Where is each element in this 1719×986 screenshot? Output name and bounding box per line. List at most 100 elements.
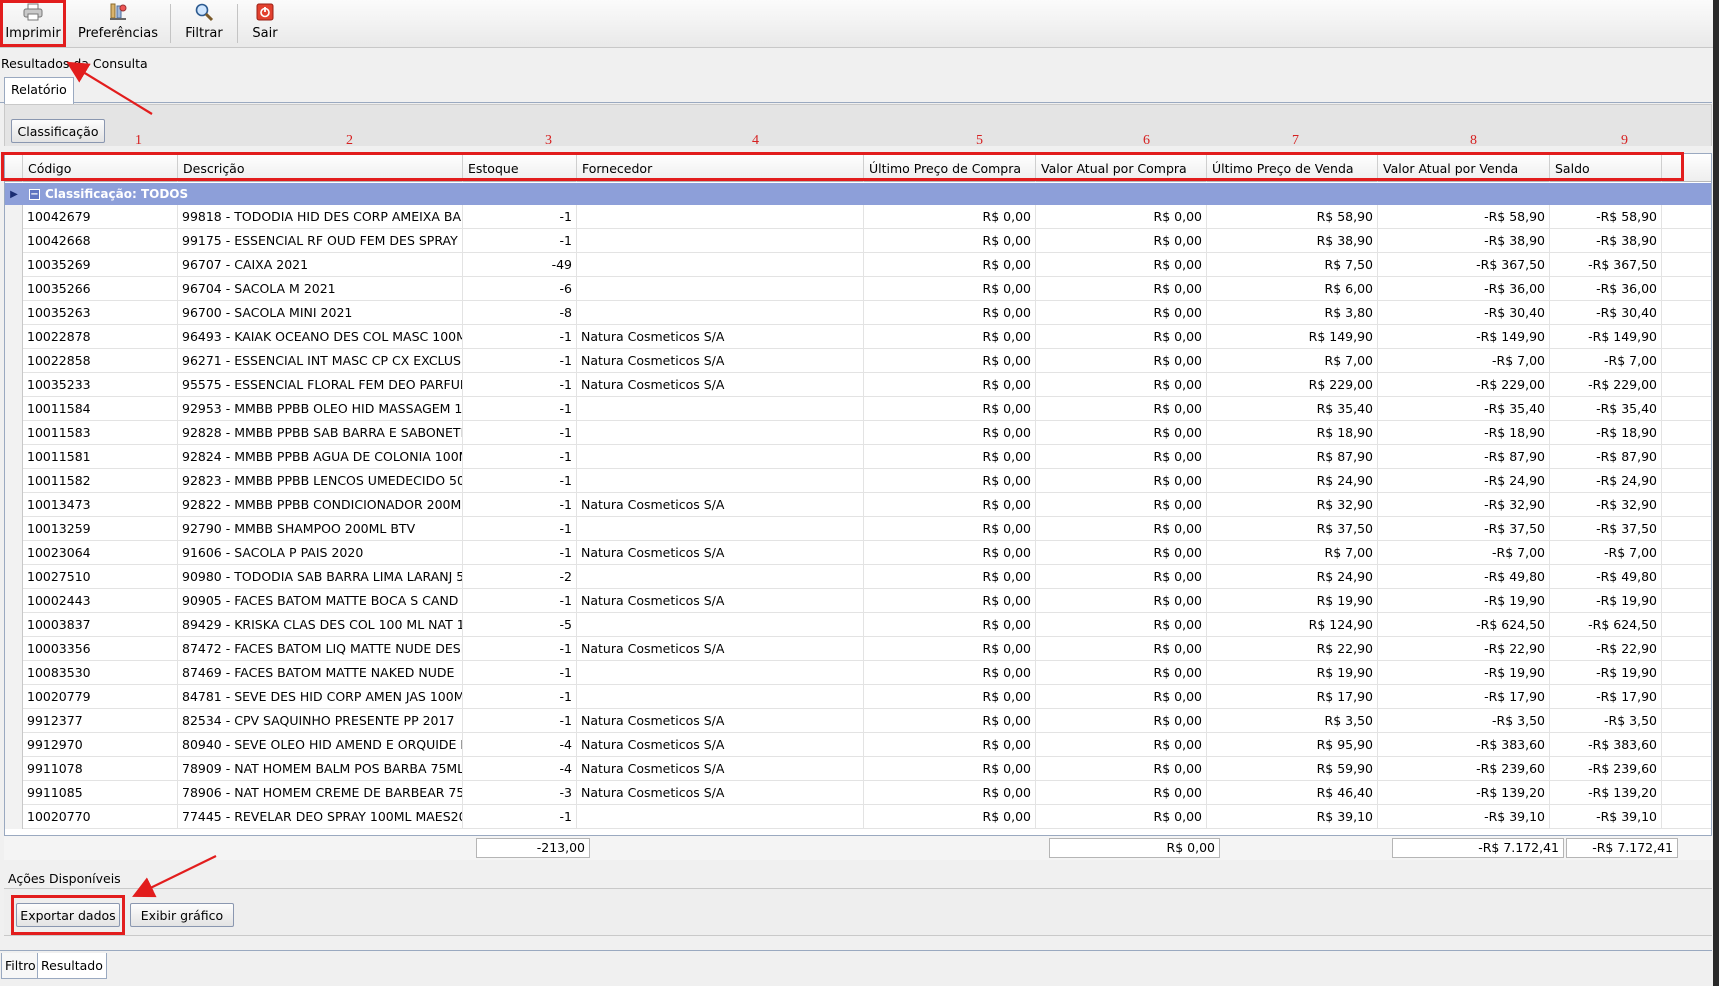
- column-header-valor-atual-venda[interactable]: Valor Atual por Venda: [1378, 154, 1550, 182]
- cell-ultimo-preco-compra: R$ 0,00: [864, 733, 1036, 757]
- cell-valor-atual-venda: -R$ 38,90: [1378, 229, 1550, 253]
- classificacao-button[interactable]: Classificação: [11, 119, 105, 143]
- table-row[interactable]: 10002443 90905 - FACES BATOM MATTE BOCA S…: [5, 589, 1711, 613]
- column-number-annotation: 5: [976, 133, 983, 148]
- row-indicator[interactable]: [5, 565, 23, 589]
- table-row[interactable]: 10042679 99818 - TODODIA HID DES CORP AME…: [5, 205, 1711, 229]
- row-indicator[interactable]: [5, 685, 23, 709]
- row-indicator[interactable]: [5, 349, 23, 373]
- row-pointer-icon: ▶: [10, 188, 18, 200]
- table-row[interactable]: 10020770 77445 - REVELAR DEO SPRAY 100ML …: [5, 805, 1711, 829]
- filter-button[interactable]: Filtrar: [171, 0, 237, 47]
- row-indicator[interactable]: [5, 637, 23, 661]
- tab-filtro[interactable]: Filtro: [1, 953, 40, 979]
- cell-fornecedor: Natura Cosmeticos S/A: [577, 733, 864, 757]
- row-indicator[interactable]: [5, 613, 23, 637]
- acoes-bar: Exportar dados Exibir gráfico: [4, 888, 1712, 936]
- table-row[interactable]: 10013473 92822 - MMBB PPBB CONDICIONADOR …: [5, 493, 1711, 517]
- row-indicator[interactable]: [5, 541, 23, 565]
- preferences-button[interactable]: Preferências: [66, 0, 170, 47]
- show-chart-button[interactable]: Exibir gráfico: [130, 903, 234, 927]
- table-row[interactable]: 10011582 92823 - MMBB PPBB LENCOS UMEDECI…: [5, 469, 1711, 493]
- table-row[interactable]: 10022858 96271 - ESSENCIAL INT MASC CP CX…: [5, 349, 1711, 373]
- row-indicator[interactable]: [5, 661, 23, 685]
- column-header-descricao[interactable]: Descrição: [178, 154, 463, 182]
- table-row[interactable]: 10083530 87469 - FACES BATOM MATTE NAKED …: [5, 661, 1711, 685]
- row-indicator[interactable]: [5, 493, 23, 517]
- row-indicator[interactable]: [5, 517, 23, 541]
- cell-ultimo-preco-compra: R$ 0,00: [864, 469, 1036, 493]
- collapse-toggle-icon[interactable]: −: [29, 188, 40, 200]
- cell-estoque: -8: [463, 301, 577, 325]
- table-row[interactable]: 10042668 99175 - ESSENCIAL RF OUD FEM DES…: [5, 229, 1711, 253]
- column-header-estoque[interactable]: Estoque: [463, 154, 577, 182]
- row-indicator[interactable]: [5, 253, 23, 277]
- row-indicator[interactable]: [5, 205, 23, 229]
- cell-valor-atual-compra: R$ 0,00: [1036, 661, 1207, 685]
- cell-estoque: -1: [463, 445, 577, 469]
- table-row[interactable]: 9912970 80940 - SEVE OLEO HID AMEND E ORQ…: [5, 733, 1711, 757]
- cell-valor-atual-compra: R$ 0,00: [1036, 781, 1207, 805]
- table-row[interactable]: 10022878 96493 - KAIAK OCEANO DES COL MAS…: [5, 325, 1711, 349]
- print-button[interactable]: Imprimir: [0, 0, 66, 47]
- cell-estoque: -1: [463, 661, 577, 685]
- table-row[interactable]: 10011583 92828 - MMBB PPBB SAB BARRA E SA…: [5, 421, 1711, 445]
- table-row[interactable]: 10013259 92790 - MMBB SHAMPOO 200ML BTV -1…: [5, 517, 1711, 541]
- column-header-codigo[interactable]: Código: [23, 154, 178, 182]
- table-row[interactable]: 10011581 92824 - MMBB PPBB AGUA DE COLONI…: [5, 445, 1711, 469]
- table-row[interactable]: 10035263 96700 - SACOLA MINI 2021 -8 R$ 0,0…: [5, 301, 1711, 325]
- row-indicator[interactable]: [5, 757, 23, 781]
- row-indicator[interactable]: [5, 733, 23, 757]
- cell-ultimo-preco-venda: R$ 19,90: [1207, 661, 1378, 685]
- cell-valor-atual-venda: -R$ 383,60: [1378, 733, 1550, 757]
- column-header-saldo[interactable]: Saldo: [1550, 154, 1662, 182]
- bottom-tabs: Filtro Resultado: [0, 950, 1712, 986]
- cell-codigo: 10035233: [23, 373, 178, 397]
- row-indicator[interactable]: [5, 397, 23, 421]
- table-row[interactable]: 10035233 95575 - ESSENCIAL FLORAL FEM DEO…: [5, 373, 1711, 397]
- cell-ultimo-preco-venda: R$ 39,10: [1207, 805, 1378, 829]
- table-row[interactable]: 9912377 82534 - CPV SAQUINHO PRESENTE PP …: [5, 709, 1711, 733]
- row-indicator[interactable]: [5, 229, 23, 253]
- table-row[interactable]: 10027510 90980 - TODODIA SAB BARRA LIMA L…: [5, 565, 1711, 589]
- cell-descricao: 87472 - FACES BATOM LIQ MATTE NUDE DESIR…: [178, 637, 463, 661]
- cell-descricao: 99175 - ESSENCIAL RF OUD FEM DES SPRAY 1…: [178, 229, 463, 253]
- window-edge: [1713, 0, 1719, 986]
- table-row[interactable]: 10023064 91606 - SACOLA P PAIS 2020 -1 Natu…: [5, 541, 1711, 565]
- row-indicator[interactable]: [5, 781, 23, 805]
- table-row[interactable]: 10011584 92953 - MMBB PPBB OLEO HID MASSA…: [5, 397, 1711, 421]
- cell-estoque: -1: [463, 709, 577, 733]
- row-indicator[interactable]: [5, 373, 23, 397]
- row-indicator[interactable]: [5, 805, 23, 829]
- cell-saldo: -R$ 239,60: [1550, 757, 1662, 781]
- tab-relatorio[interactable]: Relatório: [4, 77, 74, 104]
- table-row[interactable]: 10003837 89429 - KRISKA CLAS DES COL 100 …: [5, 613, 1711, 637]
- table-row[interactable]: 9911078 78909 - NAT HOMEM BALM POS BARBA …: [5, 757, 1711, 781]
- cell-codigo: 10013473: [23, 493, 178, 517]
- cell-estoque: -6: [463, 277, 577, 301]
- row-indicator[interactable]: [5, 709, 23, 733]
- cell-ultimo-preco-venda: R$ 37,50: [1207, 517, 1378, 541]
- row-indicator[interactable]: [5, 301, 23, 325]
- table-row[interactable]: 10035269 96707 - CAIXA 2021 -49 R$ 0,00 R$ 0…: [5, 253, 1711, 277]
- group-row[interactable]: ▶ − Classificação: TODOS: [5, 183, 1711, 205]
- row-indicator[interactable]: [5, 445, 23, 469]
- cell-saldo: -R$ 35,40: [1550, 397, 1662, 421]
- row-indicator[interactable]: [5, 421, 23, 445]
- column-header-ultimo-preco-venda[interactable]: Último Preço de Venda: [1207, 154, 1378, 182]
- row-indicator[interactable]: [5, 325, 23, 349]
- cell-valor-atual-compra: R$ 0,00: [1036, 589, 1207, 613]
- column-header-fornecedor[interactable]: Fornecedor: [577, 154, 864, 182]
- table-row[interactable]: 10003356 87472 - FACES BATOM LIQ MATTE NU…: [5, 637, 1711, 661]
- exit-button[interactable]: Sair: [238, 0, 292, 47]
- column-header-ultimo-preco-compra[interactable]: Último Preço de Compra: [864, 154, 1036, 182]
- cell-codigo: 10002443: [23, 589, 178, 613]
- column-header-valor-atual-compra[interactable]: Valor Atual por Compra: [1036, 154, 1207, 182]
- table-row[interactable]: 9911085 78906 - NAT HOMEM CREME DE BARBEA…: [5, 781, 1711, 805]
- table-row[interactable]: 10035266 96704 - SACOLA M 2021 -6 R$ 0,00 R$…: [5, 277, 1711, 301]
- row-indicator[interactable]: [5, 469, 23, 493]
- table-row[interactable]: 10020779 84781 - SEVE DES HID CORP AMEN J…: [5, 685, 1711, 709]
- row-indicator[interactable]: [5, 277, 23, 301]
- tab-resultado[interactable]: Resultado: [37, 953, 107, 979]
- row-indicator[interactable]: [5, 589, 23, 613]
